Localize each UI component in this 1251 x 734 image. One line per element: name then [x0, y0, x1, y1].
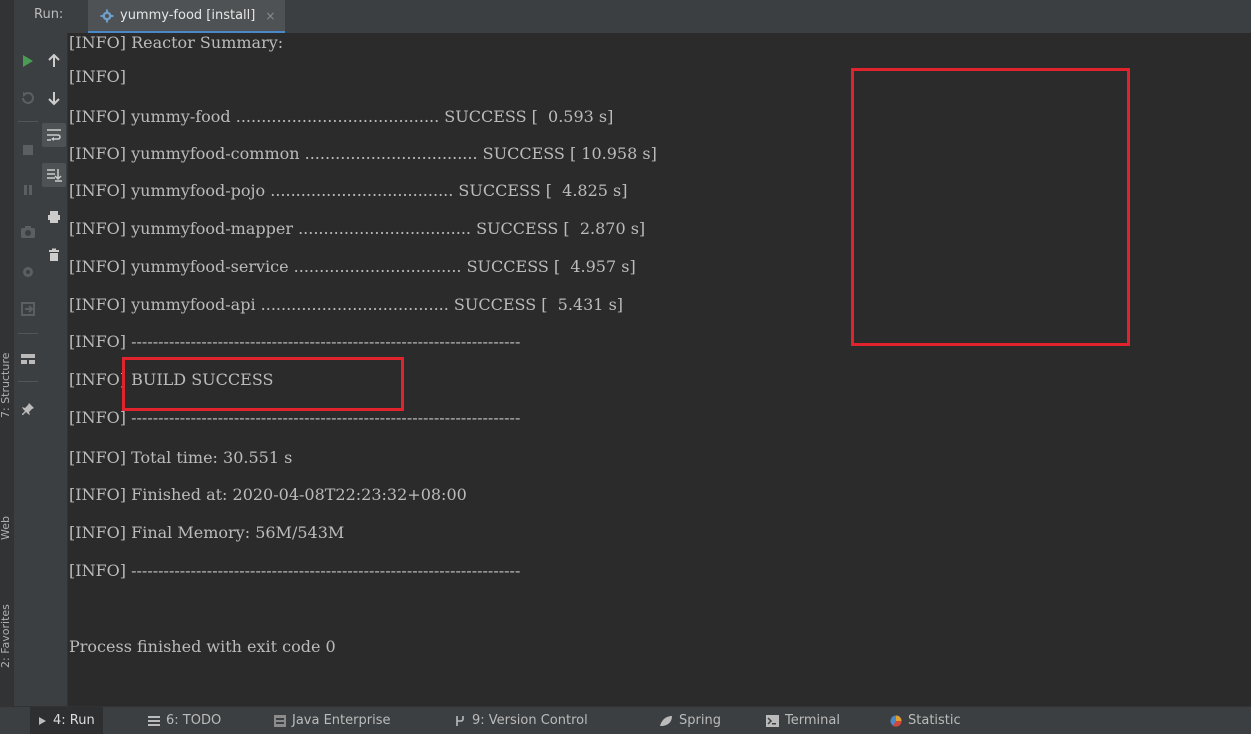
run-toolbar-right	[41, 33, 68, 706]
console-line: [INFO] yummyfood-mapper ................…	[69, 219, 646, 238]
pin-icon[interactable]	[16, 397, 40, 421]
run-tab-title: yummy-food [install]	[120, 8, 256, 23]
side-tab-favorites-label: 2: Favorites	[0, 604, 12, 668]
bottom-tab-statistic[interactable]: Statistic	[882, 707, 969, 734]
side-tool-strip: 7: Structure Web 2: Favorites	[0, 0, 15, 733]
up-arrow-icon[interactable]	[42, 49, 66, 73]
exit-icon[interactable]	[16, 297, 40, 321]
bottom-tab-todo[interactable]: 6: TODO	[140, 707, 229, 734]
side-tab-structure[interactable]: 7: Structure	[0, 353, 13, 431]
console-line: [INFO] yummyfood-common ................…	[69, 144, 657, 163]
stop-icon[interactable]	[16, 138, 40, 162]
clear-all-icon[interactable]	[42, 243, 66, 267]
settings-icon[interactable]	[16, 260, 40, 284]
play-icon	[39, 716, 46, 725]
side-tab-web-label: Web	[0, 516, 12, 540]
bottom-tab-run-label: 4: Run	[53, 713, 95, 728]
side-tab-favorites[interactable]: 2: Favorites	[0, 604, 13, 681]
exit-code-line: Process finished with exit code 0	[69, 637, 336, 656]
run-label: Run:	[34, 7, 64, 22]
console-line: [INFO] yummyfood-api ...................…	[69, 295, 624, 314]
console-line: [INFO] yummyfood-service ...............…	[69, 257, 636, 276]
dump-threads-icon[interactable]	[16, 220, 40, 244]
bottom-tab-java-enterprise[interactable]: Java Enterprise	[266, 707, 398, 734]
rerun-icon[interactable]	[16, 49, 40, 73]
java-enterprise-icon	[274, 714, 286, 727]
bottom-tab-spring[interactable]: Spring	[651, 707, 729, 734]
soft-wrap-icon[interactable]	[42, 123, 66, 147]
bottom-tab-terminal-label: Terminal	[785, 713, 840, 728]
print-icon[interactable]	[42, 205, 66, 229]
layout-icon[interactable]	[16, 347, 40, 371]
side-tab-structure-label: 7: Structure	[0, 352, 12, 418]
bottom-tool-bar: 4: Run 6: TODO Java Enterprise 9: Versio…	[0, 706, 1251, 734]
spring-leaf-icon	[660, 715, 672, 726]
console-line: [INFO]	[69, 67, 127, 86]
version-control-icon	[456, 715, 464, 726]
statistic-icon	[890, 715, 902, 727]
bottom-tab-java-enterprise-label: Java Enterprise	[292, 713, 391, 728]
console-line: [INFO] Reactor Summary:	[69, 33, 284, 52]
maven-gear-icon	[100, 9, 114, 22]
console-line: [INFO] Final Memory: 56M/543M	[69, 523, 345, 542]
run-toolbar-left	[14, 33, 41, 706]
pause-icon[interactable]	[16, 178, 40, 202]
console-line: [INFO] yummyfood-pojo ..................…	[69, 181, 628, 200]
success-highlight-box	[851, 68, 1130, 346]
console-line: [INFO] yummy-food ......................…	[69, 107, 614, 126]
bottom-tab-terminal[interactable]: Terminal	[758, 707, 848, 734]
bottom-tab-run[interactable]: 4: Run	[30, 707, 103, 734]
build-success-highlight-box	[122, 357, 404, 411]
terminal-icon	[766, 714, 779, 727]
close-icon[interactable]: ×	[265, 9, 275, 23]
console-line: [INFO] ---------------------------------…	[69, 561, 521, 580]
bottom-tab-version-control[interactable]: 9: Version Control	[446, 707, 596, 734]
rerun-failed-icon[interactable]	[16, 86, 40, 110]
side-tab-web[interactable]: Web	[0, 516, 13, 553]
list-icon	[148, 715, 160, 726]
bottom-tab-todo-label: 6: TODO	[166, 713, 222, 728]
console-line: [INFO] Total time: 30.551 s	[69, 448, 293, 467]
scroll-to-end-icon[interactable]	[42, 163, 66, 187]
bottom-tab-version-control-label: 9: Version Control	[472, 713, 588, 728]
down-arrow-icon[interactable]	[42, 86, 66, 110]
bottom-tab-statistic-label: Statistic	[908, 713, 961, 728]
console-line: [INFO] Finished at: 2020-04-08T22:23:32+…	[69, 485, 467, 504]
console-line: [INFO] ---------------------------------…	[69, 332, 521, 351]
bottom-tab-spring-label: Spring	[679, 713, 721, 728]
